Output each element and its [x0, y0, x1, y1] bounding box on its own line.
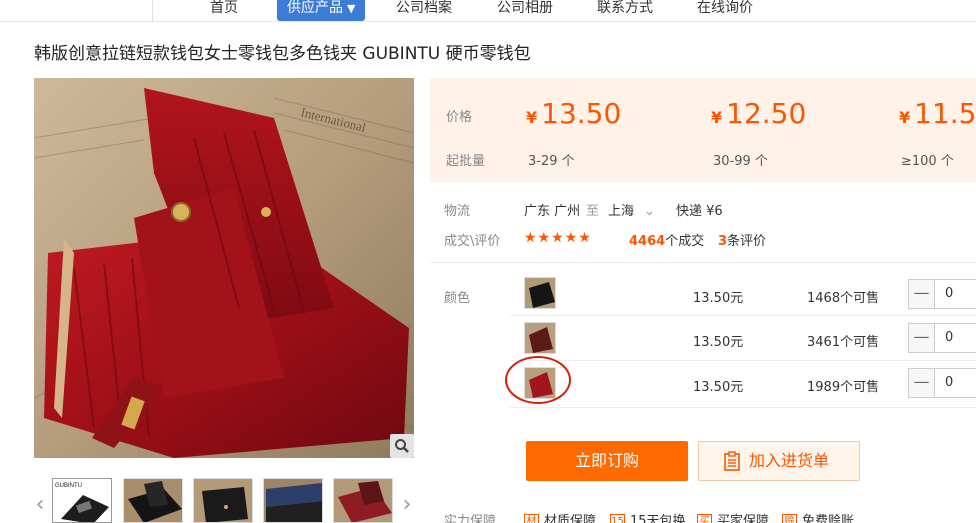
sku-stock: 3461个可售: [807, 335, 880, 350]
sku-image-brown[interactable]: [524, 322, 556, 354]
logistics-destination-select[interactable]: 上海 ⌄: [608, 200, 655, 219]
nav-item-products-label: 供应产品: [287, 0, 343, 16]
thumbnail-1-image: GUBINTU: [53, 479, 111, 522]
color-label: 颜色: [444, 291, 471, 306]
gubintu-logo: GUBINTU: [55, 483, 82, 489]
quantity-stepper[interactable]: — 0: [908, 279, 976, 309]
sku-price: 13.50元: [693, 335, 744, 350]
minus-button[interactable]: —: [909, 369, 935, 397]
qty-tier-2: 30-99 个: [713, 154, 768, 169]
price-panel: 价格 起批量 ¥13.50 3-29 个 ¥12.50 30-99 个 ¥11.…: [430, 78, 976, 182]
sku-black-thumb: [525, 278, 555, 308]
top-nav: 首页 供应产品 ▼ 公司档案 公司相册 联系方式 在线询价: [0, 0, 976, 22]
nav-item-contact[interactable]: 联系方式: [597, 0, 653, 21]
chevron-down-icon: ⌄: [644, 204, 655, 219]
nav-divider: [152, 0, 153, 22]
thumbnail-prev-button[interactable]: ‹: [33, 494, 47, 520]
thumbnail-4[interactable]: [263, 478, 323, 523]
thumbnail-5-image: [334, 479, 392, 522]
guarantee-buyer[interactable]: 买买家保障: [697, 510, 769, 523]
credit-icon: 赊: [782, 514, 797, 523]
thumbnail-5[interactable]: [333, 478, 393, 523]
price-tier-3: ¥11.5: [899, 97, 976, 130]
wallet-photo: International Origina: [34, 78, 414, 458]
sku-price: 13.50元: [693, 291, 744, 306]
minus-button[interactable]: —: [909, 324, 935, 352]
deals-count[interactable]: 4464个成交: [629, 230, 704, 249]
guarantee-exchange[interactable]: 15 15天包换: [610, 510, 686, 523]
product-main-image[interactable]: International Origina: [34, 78, 414, 458]
section-divider: [430, 262, 976, 263]
nav-item-company-profile[interactable]: 公司档案: [396, 0, 452, 21]
thumbnail-4-image: [264, 479, 322, 522]
sku-price: 13.50元: [693, 380, 744, 395]
material-icon: 材: [524, 514, 539, 523]
logistics-to-word: 至: [586, 204, 600, 219]
quantity-input[interactable]: 0: [945, 330, 953, 345]
buyer-protection-icon: 买: [697, 514, 712, 523]
qty-tier-3: ≥100 个: [901, 154, 954, 169]
quantity-input[interactable]: 0: [945, 286, 953, 301]
guarantees-label: 实力保障: [444, 514, 497, 523]
shipping-fee: 快递 ¥6: [676, 204, 723, 219]
sku-image-black[interactable]: [524, 277, 556, 309]
sku-stock: 1468个可售: [807, 291, 880, 306]
buy-now-button[interactable]: 立即订购: [526, 441, 688, 481]
quantity-stepper[interactable]: — 0: [908, 368, 976, 398]
thumbnail-next-button[interactable]: ›: [400, 494, 414, 520]
quantity-input[interactable]: 0: [945, 375, 953, 390]
price-label: 价格: [446, 110, 473, 125]
rating-stars: ★★★★★: [524, 230, 592, 246]
clipboard-icon: [724, 451, 740, 471]
sku-stock: 1989个可售: [807, 380, 880, 395]
review-count[interactable]: 3条评价: [718, 230, 766, 249]
sku-row-divider: [510, 315, 976, 316]
thumbnail-3[interactable]: [193, 478, 253, 523]
sku-brown-thumb: [525, 323, 555, 353]
sku-row-divider: [510, 360, 976, 361]
logistics-label: 物流: [444, 204, 471, 219]
logistics-from: 广东 广州: [524, 204, 581, 219]
reviews-label: 成交\评价: [444, 234, 501, 249]
minus-button[interactable]: —: [909, 280, 935, 308]
nav-item-products[interactable]: 供应产品 ▼: [277, 0, 366, 21]
product-title: 韩版创意拉链短款钱包女士零钱包多色钱夹 GUBINTU 硬币零钱包: [34, 44, 531, 64]
guarantee-credit[interactable]: 赊免费赊账: [782, 510, 854, 523]
price-tier-2: ¥12.50: [711, 97, 807, 130]
thumbnail-2[interactable]: [123, 478, 183, 523]
quantity-stepper[interactable]: — 0: [908, 323, 976, 353]
thumbnail-2-image: [124, 479, 182, 522]
nav-item-home[interactable]: 首页: [210, 0, 238, 21]
add-to-cart-label: 加入进货单: [749, 451, 830, 470]
zoom-button[interactable]: [390, 434, 414, 458]
chevron-down-icon: ▼: [347, 2, 356, 15]
nav-item-company-album[interactable]: 公司相册: [497, 0, 553, 21]
highlight-circle: [505, 356, 571, 404]
add-to-cart-button[interactable]: 加入进货单: [698, 441, 860, 481]
fifteen-day-icon: 15: [610, 514, 625, 523]
qty-tier-1: 3-29 个: [528, 154, 575, 169]
price-tier-1: ¥13.50: [526, 97, 622, 130]
thumbnail-1[interactable]: GUBINTU: [52, 478, 112, 523]
nav-item-inquiry[interactable]: 在线询价: [697, 0, 753, 21]
thumbnail-3-image: [194, 479, 252, 522]
sku-row-divider: [510, 407, 976, 408]
moq-label: 起批量: [446, 154, 486, 169]
guarantee-material[interactable]: 材材质保障: [524, 510, 596, 523]
search-icon: [395, 439, 409, 453]
